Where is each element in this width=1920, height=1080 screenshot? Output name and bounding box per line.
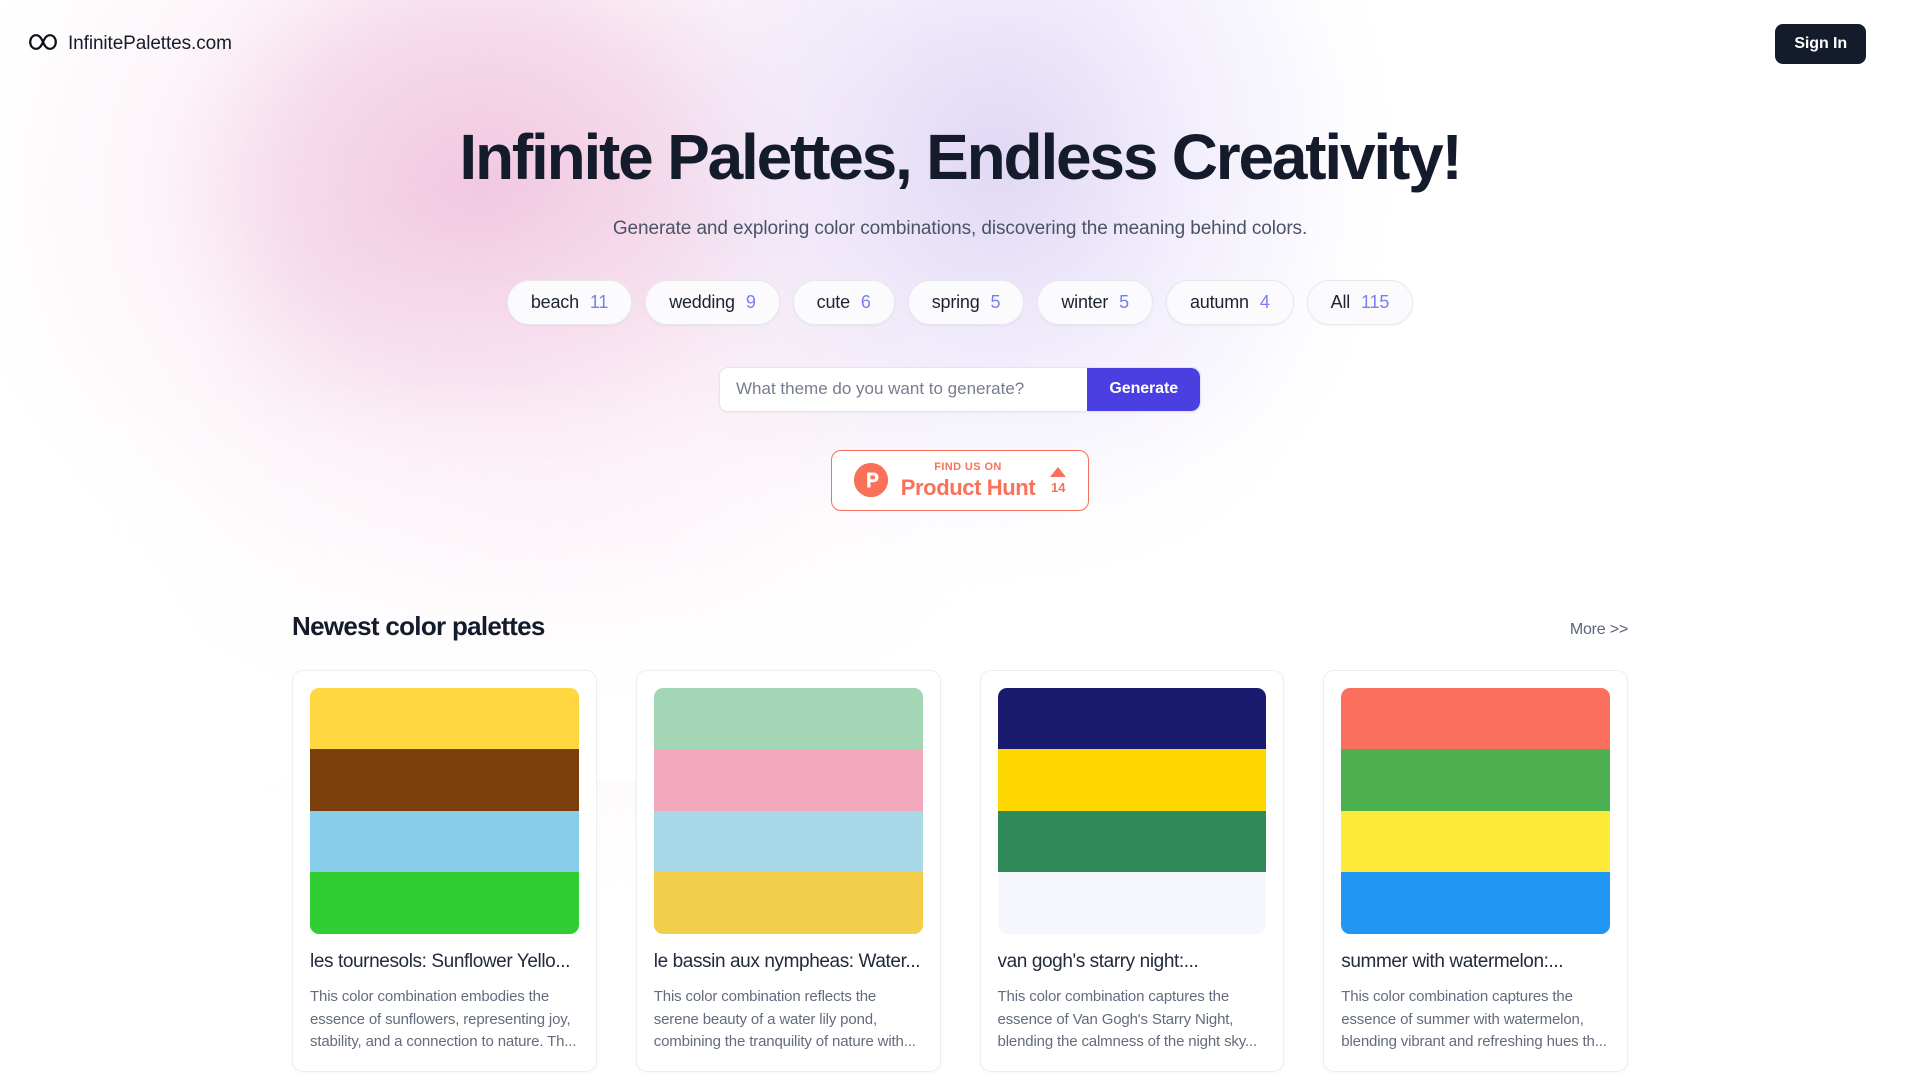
- filter-chip-winter[interactable]: winter 5: [1037, 279, 1153, 325]
- palette-card[interactable]: les tournesols: Sunflower Yello... This c…: [292, 669, 597, 1073]
- filter-chip-wedding[interactable]: wedding 9: [645, 279, 780, 325]
- filter-chip-count: 6: [860, 291, 871, 312]
- filter-chip-label: wedding: [669, 291, 735, 312]
- brand-logo-link[interactable]: InfinitePalettes.com: [28, 33, 232, 56]
- palette-card[interactable]: van gogh's starry night:... This color co…: [979, 669, 1285, 1073]
- filter-chip-all[interactable]: All 115: [1306, 279, 1414, 325]
- hero-subtitle: Generate and exploring color combination…: [612, 217, 1308, 239]
- palette-swatch-band[interactable]: [653, 810, 923, 873]
- palette-card[interactable]: summer with watermelon:... This color com…: [1323, 669, 1628, 1073]
- page-title: Infinite Palettes, Endless Creativity!: [459, 121, 1462, 193]
- palette-swatch-band[interactable]: [997, 687, 1267, 750]
- upvote-arrow-icon: [1050, 466, 1067, 477]
- palette-swatch-stack: [997, 687, 1267, 934]
- palette-card-description: This color combination embodies the esse…: [310, 987, 577, 1051]
- product-hunt-upvote[interactable]: 14: [1050, 466, 1067, 495]
- filter-chip-label: spring: [931, 291, 980, 312]
- palette-card-title: summer with watermelon:...: [1341, 950, 1564, 972]
- palette-card-title: van gogh's starry night:...: [997, 950, 1199, 972]
- palette-swatch-stack: [310, 687, 579, 934]
- filter-chip-label: beach: [530, 291, 579, 312]
- page-root: InfinitePalettes.com Sign In Infinite Pa…: [0, 0, 1920, 1073]
- product-hunt-text: FIND US ON Product Hunt: [900, 460, 1036, 500]
- filter-chip-label: All: [1330, 291, 1351, 312]
- palette-swatch-band[interactable]: [310, 687, 579, 750]
- product-hunt-badge[interactable]: FIND US ON Product Hunt 14: [830, 449, 1090, 511]
- palette-card-description: This color combination captures the esse…: [1341, 987, 1607, 1051]
- palette-swatch-band[interactable]: [997, 810, 1267, 873]
- more-link[interactable]: More >>: [1570, 621, 1628, 642]
- palette-swatch-band[interactable]: [310, 749, 579, 811]
- theme-filter-chips: beach 11 wedding 9 cute 6 spring 5 winter 5 autumn…: [0, 279, 1920, 325]
- palette-card-grid: les tournesols: Sunflower Yello... This c…: [292, 669, 1628, 1073]
- product-hunt-row: FIND US ON Product Hunt 14: [0, 449, 1920, 511]
- palette-swatch-stack: [653, 687, 923, 934]
- generate-button[interactable]: Generate: [1087, 367, 1200, 411]
- palette-card-description: This color combination captures the esse…: [997, 987, 1258, 1051]
- palette-swatch-band[interactable]: [997, 749, 1267, 811]
- palette-swatch-band[interactable]: [1341, 810, 1610, 873]
- filter-chip-cute[interactable]: cute 6: [792, 279, 895, 325]
- filter-chip-spring[interactable]: spring 5: [907, 279, 1025, 325]
- palette-swatch-band[interactable]: [310, 810, 579, 873]
- section-header: Newest color palettes More >>: [292, 611, 1628, 642]
- newest-palettes-section: Newest color palettes More >> les tourne…: [0, 611, 1920, 1073]
- palette-card-title: le bassin aux nympheas: Water...: [653, 950, 921, 972]
- product-hunt-title: Product Hunt: [900, 474, 1036, 500]
- site-header: InfinitePalettes.com Sign In: [0, 0, 1920, 88]
- filter-chip-label: winter: [1061, 291, 1109, 312]
- filter-chip-autumn[interactable]: autumn 4: [1165, 279, 1294, 325]
- hero-section: Infinite Palettes, Endless Creativity! G…: [0, 88, 1920, 511]
- brand-name: InfinitePalettes.com: [68, 33, 232, 54]
- filter-chip-beach[interactable]: beach 11: [506, 279, 633, 325]
- filter-chip-count: 5: [1119, 291, 1129, 312]
- palette-swatch-band[interactable]: [653, 749, 923, 811]
- sign-in-button[interactable]: Sign In: [1775, 24, 1866, 64]
- palette-swatch-stack: [1341, 687, 1610, 934]
- theme-search-input[interactable]: [720, 367, 1088, 411]
- palette-swatch-band[interactable]: [653, 687, 923, 750]
- filter-chip-count: 5: [990, 291, 1001, 312]
- filter-chip-label: cute: [816, 291, 850, 312]
- palette-swatch-band[interactable]: [653, 872, 923, 934]
- filter-chip-count: 11: [589, 291, 609, 312]
- palette-swatch-band[interactable]: [1341, 687, 1610, 750]
- product-hunt-vote-count: 14: [1051, 479, 1066, 495]
- generator-row: Generate: [0, 366, 1920, 412]
- filter-chip-count: 115: [1361, 291, 1390, 312]
- filter-chip-label: autumn: [1189, 291, 1249, 312]
- infinity-icon: [28, 33, 58, 56]
- product-hunt-tagline: FIND US ON: [934, 460, 1002, 473]
- palette-card-description: This color combination reflects the sere…: [653, 987, 916, 1051]
- generator-search-box: Generate: [719, 366, 1201, 412]
- palette-swatch-band[interactable]: [1341, 872, 1610, 934]
- palette-card-title: les tournesols: Sunflower Yello...: [310, 950, 570, 972]
- palette-swatch-band[interactable]: [1341, 749, 1610, 811]
- palette-swatch-band[interactable]: [310, 872, 579, 934]
- section-title: Newest color palettes: [292, 610, 545, 641]
- filter-chip-count: 9: [745, 291, 756, 312]
- palette-swatch-band[interactable]: [997, 872, 1267, 934]
- filter-chip-count: 4: [1259, 291, 1270, 312]
- palette-card[interactable]: le bassin aux nympheas: Water... This col…: [635, 669, 941, 1073]
- product-hunt-logo-icon: [853, 463, 888, 498]
